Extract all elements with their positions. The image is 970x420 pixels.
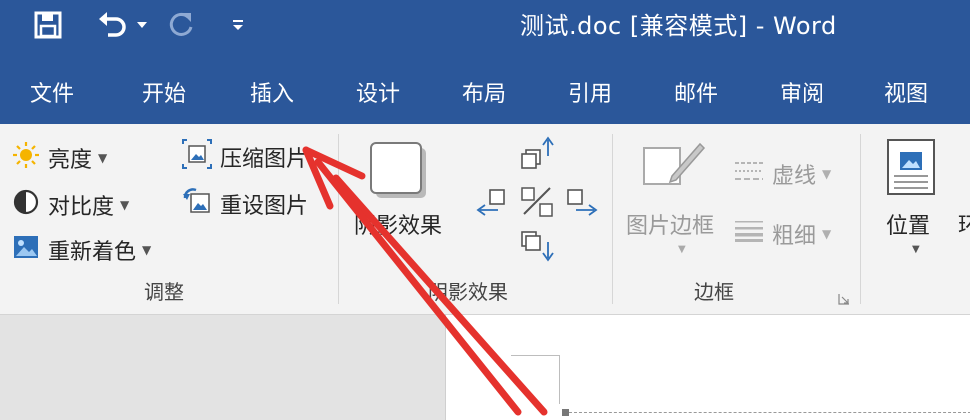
chevron-down-icon: ▼ (678, 244, 686, 255)
tab-layout[interactable]: 布局 (462, 76, 506, 108)
position-button[interactable]: 位置 (886, 208, 930, 240)
undo-icon[interactable] (92, 8, 132, 42)
contrast-icon (12, 188, 40, 222)
brightness-label: 亮度 (48, 148, 93, 173)
wrap-text-button-partial[interactable]: 环 (958, 208, 970, 238)
nudge-shadow-right-icon (567, 189, 598, 216)
redo-icon[interactable] (162, 8, 202, 42)
shadow-effects-icon[interactable] (368, 140, 430, 206)
line-weight-button[interactable]: 粗细 ▼ (734, 218, 831, 250)
tab-file[interactable]: 文件 (30, 76, 74, 108)
chevron-down-icon: ▼ (822, 167, 832, 181)
reset-picture-label: 重设图片 (220, 194, 309, 219)
shadow-toggle-icon (521, 187, 553, 217)
ribbon-tabs: 文件 开始 插入 设计 布局 引用 邮件 审阅 视图 (0, 62, 970, 124)
window-title: 测试.doc [兼容模式] - Word (520, 12, 837, 40)
chevron-down-icon: ▼ (120, 198, 130, 212)
document-area (0, 315, 970, 420)
tab-insert[interactable]: 插入 (250, 76, 294, 108)
dashes-label: 虚线 (772, 164, 817, 189)
text-boundary (569, 412, 970, 413)
dialog-launcher-icon[interactable] (838, 290, 850, 309)
undo-dropdown-icon[interactable] (134, 8, 150, 42)
contrast-button[interactable]: 对比度 ▼ (12, 188, 129, 222)
tab-references[interactable]: 引用 (568, 76, 612, 108)
picture-border-icon[interactable] (642, 138, 706, 192)
line-weight-icon (734, 219, 764, 249)
brightness-button[interactable]: 亮度 ▼ (12, 141, 107, 175)
compress-pictures-label: 压缩图片 (220, 147, 309, 172)
group-divider (612, 134, 613, 304)
title-bar: 测试.doc [兼容模式] - Word (0, 0, 970, 62)
compress-pictures-button[interactable]: 压缩图片 (182, 139, 308, 175)
tab-home[interactable]: 开始 (142, 76, 186, 108)
chevron-down-icon: ▼ (912, 244, 920, 255)
group-divider (860, 134, 861, 304)
tab-design[interactable]: 设计 (356, 76, 400, 108)
border-group-label: 边框 (694, 280, 734, 304)
customize-icon[interactable] (226, 8, 250, 42)
recolor-button[interactable]: 重新着色 ▼ (12, 233, 151, 267)
nudge-shadow-up-icon (521, 136, 554, 169)
position-icon[interactable] (886, 138, 936, 200)
nudge-shadow-down-icon (521, 231, 554, 262)
sun-icon (12, 141, 40, 175)
shadow-effects-button[interactable]: 阴影效果 (354, 208, 442, 240)
chevron-down-icon: ▼ (98, 151, 108, 165)
reset-picture-icon (182, 186, 212, 222)
compress-pictures-icon (182, 139, 212, 175)
resize-handle[interactable] (562, 409, 569, 416)
selected-picture[interactable] (511, 355, 560, 404)
dashes-icon (734, 159, 764, 189)
picture-border-button[interactable]: 图片边框 (626, 208, 714, 240)
tab-mailings[interactable]: 邮件 (674, 76, 718, 108)
document-page[interactable] (445, 315, 970, 420)
shadow-nudge-controls[interactable] (476, 136, 600, 266)
dashes-button[interactable]: 虚线 ▼ (734, 158, 831, 190)
shadow-group-label: 阴影效果 (428, 280, 508, 304)
reset-picture-button[interactable]: 重设图片 (182, 186, 308, 222)
tab-review[interactable]: 审阅 (780, 76, 824, 108)
chevron-down-icon: ▼ (142, 243, 152, 257)
chevron-down-icon: ▼ (822, 227, 832, 241)
recolor-icon (12, 233, 40, 267)
ribbon: 亮度 ▼ 对比度 ▼ 重新着色 ▼ 压缩图片 重设图片 调整 阴影效果 阴影效果… (0, 124, 970, 315)
line-weight-label: 粗细 (772, 224, 817, 249)
group-divider (338, 134, 339, 304)
recolor-label: 重新着色 (48, 240, 137, 265)
save-icon[interactable] (28, 8, 68, 42)
contrast-label: 对比度 (48, 195, 115, 220)
nudge-shadow-left-icon (476, 189, 505, 216)
tab-view[interactable]: 视图 (884, 76, 928, 108)
adjust-group-label: 调整 (144, 280, 184, 304)
